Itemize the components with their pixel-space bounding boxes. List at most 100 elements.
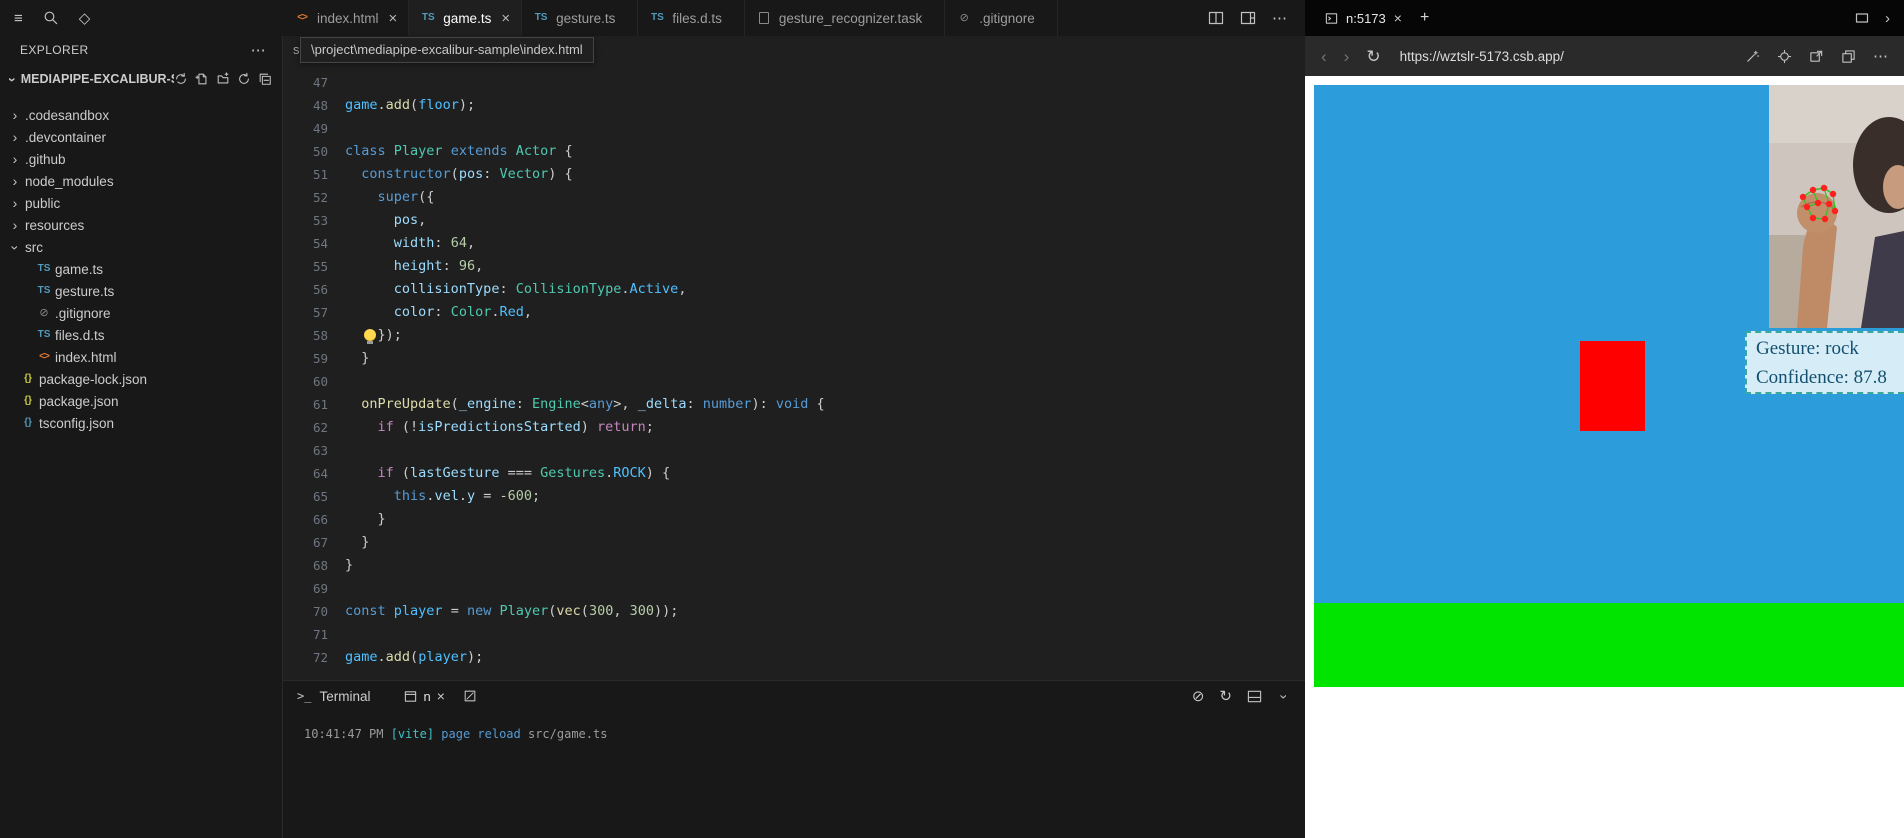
line-number: 59 — [283, 347, 345, 370]
tree-item-.codesandbox[interactable]: ›.codesandbox — [0, 104, 282, 126]
close-browser-tab-icon[interactable]: × — [1394, 10, 1402, 26]
close-terminal-icon[interactable]: × — [437, 688, 445, 704]
code-editor[interactable]: 4748game.add(floor);4950class Player ext… — [283, 63, 1305, 680]
tree-item-src[interactable]: ›src — [0, 236, 282, 258]
tree-item-public[interactable]: ›public — [0, 192, 282, 214]
sync-icon[interactable] — [174, 72, 188, 86]
line-number: 56 — [283, 278, 345, 301]
line-number: 68 — [283, 554, 345, 577]
collapse-all-icon[interactable] — [258, 72, 272, 86]
lightbulb-icon[interactable] — [364, 329, 376, 341]
terminal-tab[interactable]: n × — [404, 688, 444, 704]
code-line: 62 if (!isPredictionsStarted) return; — [283, 416, 1305, 439]
code-line: 49 — [283, 117, 1305, 140]
code-text: } — [345, 554, 353, 577]
code-text: } — [345, 347, 369, 370]
line-number: 57 — [283, 301, 345, 324]
code-line: 69 — [283, 577, 1305, 600]
tree-item-label: .devcontainer — [25, 130, 106, 145]
forward-icon[interactable]: › — [1344, 48, 1350, 65]
tree-item-.gitignore[interactable]: ⊘.gitignore — [0, 302, 282, 324]
terminal-restart-icon[interactable]: ↻ — [1219, 689, 1232, 704]
project-root-row[interactable]: › MEDIAPIPE-EXCALIBUR-S... — [0, 64, 282, 94]
reload-icon[interactable]: ↻ — [1366, 48, 1380, 65]
terminal-log-line: 10:41:47 PM [vite] page reload src/game.… — [304, 727, 1305, 741]
tree-item-tsconfig.json[interactable]: {}tsconfig.json — [0, 412, 282, 434]
new-folder-icon[interactable] — [216, 72, 230, 86]
tree-item-resources[interactable]: ›resources — [0, 214, 282, 236]
panel-collapse-icon[interactable]: › — [1278, 690, 1292, 704]
code-line: 52 super({ — [283, 186, 1305, 209]
code-line: 53 pos, — [283, 209, 1305, 232]
search-icon[interactable] — [43, 10, 59, 26]
line-number: 61 — [283, 393, 345, 416]
new-tab-icon[interactable]: + — [1420, 9, 1429, 27]
tree-item-.devcontainer[interactable]: ›.devcontainer — [0, 126, 282, 148]
terminal-clear-icon[interactable]: ⊘ — [1192, 689, 1205, 704]
back-icon[interactable]: ‹ — [1321, 48, 1327, 65]
tree-item-game.ts[interactable]: TSgame.ts — [0, 258, 282, 280]
terminal-output[interactable]: 10:41:47 PM [vite] page reload src/game.… — [283, 711, 1305, 838]
tree-item-package-lock.json[interactable]: {}package-lock.json — [0, 368, 282, 390]
terminal-panel-title[interactable]: Terminal — [319, 689, 370, 704]
sandbox-icon[interactable]: ◇ — [79, 11, 91, 26]
code-text: game.add(floor); — [345, 94, 475, 117]
tab-gesture_recognizer.task[interactable]: gesture_recognizer.task — [745, 0, 945, 36]
editor-more-icon[interactable]: ⋯ — [1272, 11, 1287, 26]
tree-item-package.json[interactable]: {}package.json — [0, 390, 282, 412]
tree-item-node_modules[interactable]: ›node_modules — [0, 170, 282, 192]
tree-item-index.html[interactable]: <>index.html — [0, 346, 282, 368]
split-editor-icon[interactable] — [1208, 10, 1224, 26]
chevron-right-icon: › — [8, 108, 22, 122]
main-area: EXPLORER ⋯ › MEDIAPIPE-EXCALIBUR-S... — [0, 36, 1305, 838]
confidence-label: Confidence: 87.8 — [1756, 363, 1904, 392]
menu-icon[interactable]: ≡ — [14, 11, 23, 26]
duplicate-tab-icon[interactable] — [1841, 49, 1856, 64]
webcam-feed — [1769, 85, 1904, 328]
refresh-explorer-icon[interactable] — [237, 72, 251, 86]
tab-game.ts[interactable]: TSgame.ts× — [409, 0, 522, 36]
tree-item-gesture.ts[interactable]: TSgesture.ts — [0, 280, 282, 302]
editor-pane: s \project\mediapipe-excalibur-sample\in… — [283, 36, 1305, 838]
tree-item-label: game.ts — [55, 262, 103, 277]
expand-icon[interactable]: › — [1885, 11, 1890, 26]
code-text: if (lastGesture === Gestures.ROCK) { — [345, 462, 670, 485]
code-line: 54 width: 64, — [283, 232, 1305, 255]
tree-item-.github[interactable]: ›.github — [0, 148, 282, 170]
code-text: collisionType: CollisionType.Active, — [345, 278, 686, 301]
wand-icon[interactable] — [1745, 49, 1760, 64]
panel-layout-icon[interactable] — [1247, 689, 1262, 704]
tab-gesture.ts[interactable]: TSgesture.ts — [522, 0, 638, 36]
close-tab-icon[interactable]: × — [501, 10, 510, 27]
new-file-icon[interactable] — [195, 72, 209, 86]
gitignore-file-icon: ⊘ — [956, 13, 972, 24]
layout-icon[interactable] — [1240, 10, 1256, 26]
open-devtools-icon[interactable] — [1809, 49, 1824, 64]
tree-item-files.d.ts[interactable]: TSfiles.d.ts — [0, 324, 282, 346]
tab-.gitignore[interactable]: ⊘.gitignore — [945, 0, 1058, 36]
tree-item-label: .github — [25, 152, 66, 167]
code-line: 71 — [283, 623, 1305, 646]
tree-item-label: .gitignore — [55, 306, 111, 321]
explorer-more-icon[interactable]: ⋯ — [251, 43, 266, 58]
tab-index.html[interactable]: <>index.html× — [283, 0, 409, 36]
code-line: 47 — [283, 71, 1305, 94]
line-number: 60 — [283, 370, 345, 393]
line-number: 72 — [283, 646, 345, 669]
browser-tab[interactable]: n:5173 × — [1317, 0, 1410, 36]
line-number: 55 — [283, 255, 345, 278]
browser-more-icon[interactable]: ⋯ — [1873, 49, 1888, 64]
game-canvas[interactable]: Gesture: rock Confidence: 87.8 — [1314, 85, 1904, 687]
address-bar[interactable]: https://wztslr-5173.csb.app/ — [1400, 49, 1564, 64]
restore-window-icon[interactable] — [1855, 12, 1869, 24]
ts-file-icon: TS — [36, 330, 52, 340]
sandbox-task-icon[interactable] — [463, 689, 477, 703]
code-text: this.vel.y = -600; — [345, 485, 540, 508]
close-tab-icon[interactable]: × — [389, 10, 398, 27]
code-line: 64 if (lastGesture === Gestures.ROCK) { — [283, 462, 1305, 485]
line-number: 48 — [283, 94, 345, 117]
tab-files.d.ts[interactable]: TSfiles.d.ts — [638, 0, 745, 36]
settings-icon[interactable] — [1777, 49, 1792, 64]
code-line: 50class Player extends Actor { — [283, 140, 1305, 163]
chevron-right-icon: › — [8, 130, 22, 144]
